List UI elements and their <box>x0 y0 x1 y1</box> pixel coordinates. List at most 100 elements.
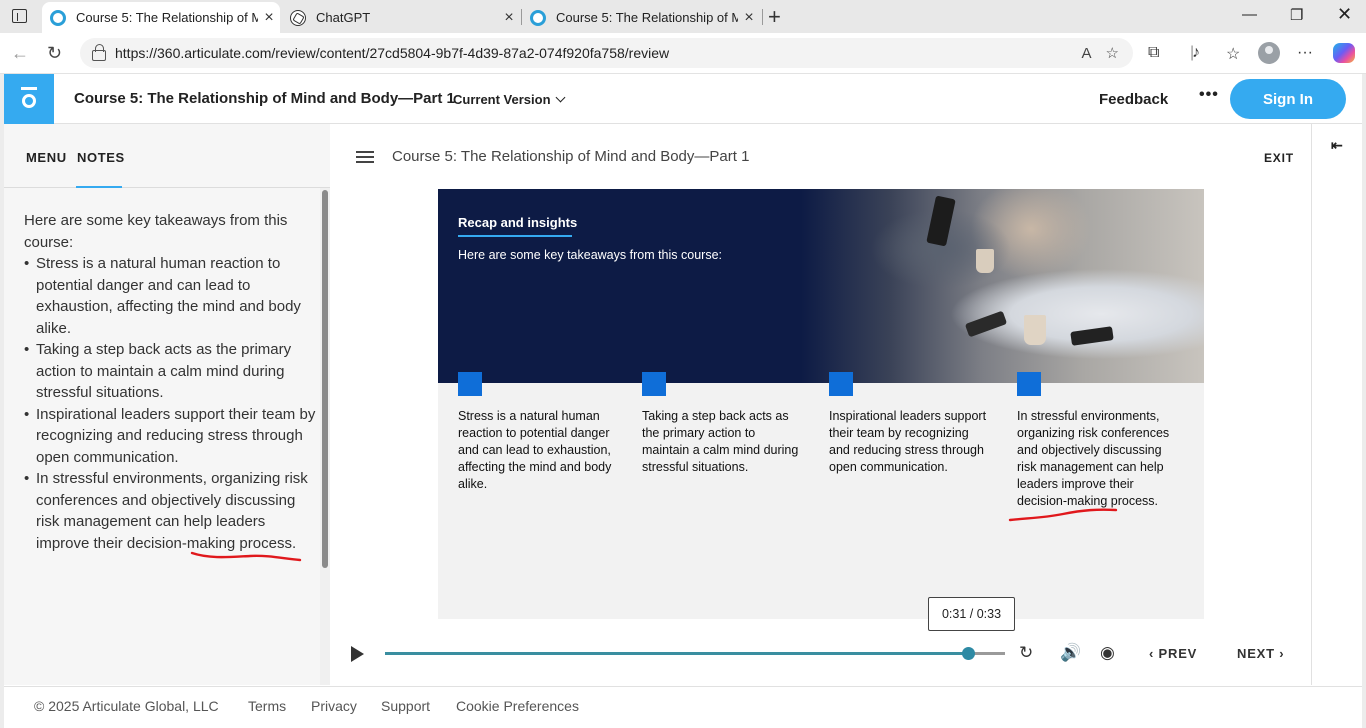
seek-bar-handle[interactable] <box>961 647 975 660</box>
takeaway-text: Taking a step back acts as the primary a… <box>642 409 799 474</box>
blue-square-marker <box>458 372 482 396</box>
browser-address-bar: ← ↻ https://360.articulate.com/review/co… <box>0 33 1366 74</box>
chevron-down-icon <box>555 92 565 103</box>
articulate-favicon-icon <box>530 9 546 26</box>
active-tab-indicator <box>76 186 122 188</box>
slide-heading: Recap and insights <box>458 215 578 230</box>
takeaway-text: Stress is a natural human reaction to po… <box>458 409 612 491</box>
seek-bar-progress <box>385 652 968 655</box>
close-tab-icon[interactable]: × <box>498 9 520 27</box>
close-tab-icon[interactable]: × <box>258 9 280 27</box>
content-header: Course 5: The Relationship of Mind and B… <box>331 124 1311 188</box>
footer-link-terms[interactable]: Terms <box>248 698 286 714</box>
refresh-icon[interactable]: ↻ <box>47 43 62 64</box>
tab-menu[interactable]: MENU <box>26 150 67 165</box>
notes-intro: Here are some key takeaways from this co… <box>24 212 288 251</box>
footer-link-cookie-preferences[interactable]: Cookie Preferences <box>456 698 579 714</box>
profile-avatar[interactable] <box>1258 42 1280 64</box>
player-controls: ↻ 🔊 ◉ ‹ PREV NEXT › <box>331 632 1311 684</box>
notes-item: Inspirational leaders support their team… <box>24 404 316 469</box>
slide-subheading: Here are some key takeaways from this co… <box>458 248 722 262</box>
photo-phone <box>964 310 1008 338</box>
scrollbar-thumb[interactable] <box>322 190 328 568</box>
split-screen-icon[interactable]: ♪ <box>1192 44 1200 62</box>
maximize-icon[interactable]: ❐ <box>1290 6 1303 24</box>
collapse-panel-icon[interactable]: ⇤ <box>1331 137 1343 154</box>
notes-sidebar: MENU NOTES Here are some key takeaways f… <box>4 124 330 685</box>
notes-item: Taking a step back acts as the primary a… <box>24 339 316 404</box>
feedback-button[interactable]: Feedback <box>1099 91 1168 108</box>
favorite-star-icon[interactable]: ☆ <box>1106 44 1119 62</box>
new-tab-icon[interactable]: + <box>768 4 781 30</box>
heading-underline <box>458 235 572 237</box>
close-window-icon[interactable]: ✕ <box>1337 4 1352 25</box>
favorites-icon[interactable]: ☆ <box>1226 44 1240 64</box>
exit-button[interactable]: EXIT <box>1264 151 1294 165</box>
chatgpt-favicon-icon <box>290 9 306 26</box>
url-field[interactable]: https://360.articulate.com/review/conten… <box>80 38 1133 68</box>
time-tooltip: 0:31 / 0:33 <box>928 597 1015 631</box>
notes-scrollbar[interactable] <box>320 188 330 685</box>
volume-icon[interactable]: 🔊 <box>1060 643 1081 663</box>
prev-label: PREV <box>1158 646 1198 661</box>
copilot-icon[interactable] <box>1333 43 1355 63</box>
browser-tab-chatgpt[interactable]: ChatGPT × <box>282 2 520 33</box>
extensions-icon[interactable]: ⧉ <box>1148 44 1159 62</box>
articulate-logo[interactable] <box>4 74 54 124</box>
tab-separator <box>762 9 763 25</box>
playback-speed-icon[interactable]: ◉ <box>1100 643 1115 663</box>
frame-edge <box>1362 74 1366 728</box>
lesson-slide: Recap and insights Here are some key tak… <box>438 189 1204 619</box>
replay-icon[interactable]: ↻ <box>1019 643 1033 663</box>
hamburger-menu-icon[interactable] <box>356 151 374 163</box>
browser-tab-bar: Course 5: The Relationship of Min × Chat… <box>0 0 1366 33</box>
course-title: Course 5: The Relationship of Mind and B… <box>74 90 455 107</box>
minimize-icon[interactable]: — <box>1242 6 1257 23</box>
footer-link-privacy[interactable]: Privacy <box>311 698 357 714</box>
page-footer: © 2025 Articulate Global, LLC Terms Priv… <box>4 686 1362 724</box>
version-label: Current Version <box>453 92 551 107</box>
photo-cup <box>1024 315 1046 345</box>
content-title: Course 5: The Relationship of Mind and B… <box>392 148 750 165</box>
seek-bar[interactable] <box>385 647 1005 660</box>
photo-cup <box>976 249 994 273</box>
play-icon[interactable] <box>351 646 364 662</box>
version-dropdown[interactable]: Current Version <box>453 92 565 107</box>
url-text: https://360.articulate.com/review/conten… <box>115 45 670 61</box>
articulate-favicon-icon <box>50 9 66 26</box>
app-header: Course 5: The Relationship of Mind and B… <box>4 74 1362 124</box>
close-tab-icon[interactable]: × <box>738 9 760 27</box>
browser-tab-course-active[interactable]: Course 5: The Relationship of Min × <box>42 2 280 33</box>
tab-notes[interactable]: NOTES <box>77 150 125 165</box>
red-underline-annotation <box>1008 508 1118 522</box>
read-aloud-icon[interactable]: A <box>1082 45 1092 62</box>
more-menu-icon[interactable]: ··· <box>1297 44 1313 62</box>
copyright-text: © 2025 Articulate Global, LLC <box>34 698 219 714</box>
notes-content: Here are some key takeaways from this co… <box>24 210 316 554</box>
sidebar-tabs: MENU NOTES <box>4 124 330 188</box>
prev-button[interactable]: ‹ PREV <box>1149 646 1197 661</box>
more-options-icon[interactable]: ••• <box>1199 86 1219 104</box>
blue-square-marker <box>642 372 666 396</box>
notes-item: Stress is a natural human reaction to po… <box>24 253 316 339</box>
lock-icon <box>92 43 106 61</box>
takeaway-text: Inspirational leaders support their team… <box>829 409 987 474</box>
back-icon[interactable]: ← <box>11 43 29 64</box>
sign-in-button[interactable]: Sign In <box>1230 79 1346 119</box>
takeaway-text: In stressful environments, organizing ri… <box>1017 409 1170 508</box>
tab-title: Course 5: The Relationship of Min <box>556 10 738 25</box>
footer-link-support[interactable]: Support <box>381 698 430 714</box>
tab-title: ChatGPT <box>316 10 371 25</box>
blue-square-marker <box>1017 372 1041 396</box>
browser-tab-course-2[interactable]: Course 5: The Relationship of Min × <box>522 2 760 33</box>
tab-actions-icon[interactable] <box>12 9 27 23</box>
meeting-photo-image <box>801 189 1204 383</box>
photo-phone <box>1070 326 1114 346</box>
next-label: NEXT <box>1237 646 1275 661</box>
next-button[interactable]: NEXT › <box>1237 646 1284 661</box>
notes-item: In stressful environments, organizing ri… <box>24 468 316 554</box>
notes-list: Stress is a natural human reaction to po… <box>24 253 316 554</box>
photo-tablet <box>926 195 956 247</box>
right-rail <box>1311 124 1362 685</box>
tab-title: Course 5: The Relationship of Min <box>76 10 258 25</box>
